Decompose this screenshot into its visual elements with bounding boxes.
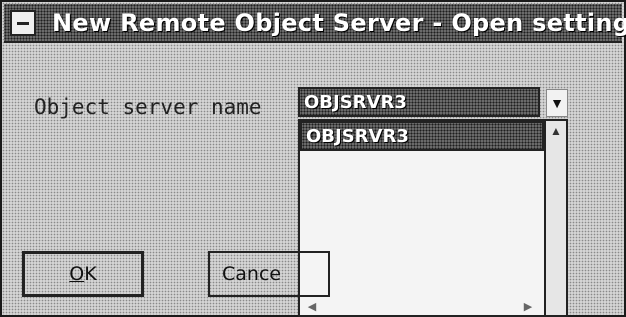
chevron-down-icon[interactable]: ▼ [546, 89, 568, 117]
cancel-label: Cance [222, 263, 282, 285]
dialog-window: New Remote Object Server - Open settings… [0, 0, 626, 317]
window-title: New Remote Object Server - Open settings [52, 9, 626, 37]
ok-mnemonic: O [69, 263, 85, 285]
server-name-dropdown-list[interactable]: OBJSRVR3 ▲ ◀ ▶ [298, 119, 568, 317]
server-name-input[interactable]: OBJSRVR3 [298, 87, 540, 117]
list-item-label: OBJSRVR3 [306, 126, 409, 147]
arrow-left-icon[interactable]: ◀ [304, 299, 320, 313]
system-menu-bar [17, 21, 29, 25]
ok-button[interactable]: OK [22, 251, 144, 297]
arrow-right-icon[interactable]: ▶ [520, 299, 536, 313]
ok-label-rest: K [84, 263, 97, 285]
vertical-scrollbar[interactable]: ▲ [544, 121, 566, 315]
title-bar[interactable]: New Remote Object Server - Open settings [4, 4, 626, 43]
dialog-client-area: Object server name OBJSRVR3 ▼ OBJSRVR3 ▲… [4, 45, 622, 317]
cancel-button[interactable]: Cance [208, 251, 330, 297]
server-name-input-value: OBJSRVR3 [304, 92, 407, 113]
system-menu-icon[interactable] [10, 10, 36, 36]
list-item-selected[interactable]: OBJSRVR3 [300, 121, 544, 151]
arrow-up-icon[interactable]: ▲ [548, 123, 564, 139]
server-name-label: Object server name [34, 95, 262, 119]
list-empty-area [300, 151, 544, 315]
